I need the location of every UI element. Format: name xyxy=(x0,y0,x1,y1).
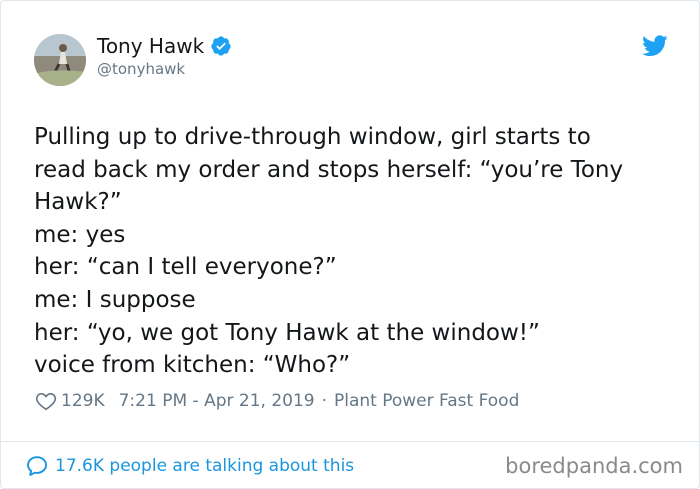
watermark: boredpanda.com xyxy=(505,454,683,478)
like-count[interactable]: 129K xyxy=(61,390,105,412)
source-separator: · xyxy=(321,391,327,411)
avatar-image xyxy=(34,34,86,86)
tweet-text: Pulling up to drive-through window, girl… xyxy=(34,124,624,379)
divider xyxy=(1,441,699,442)
verified-badge-icon xyxy=(210,35,232,57)
tweet-time[interactable]: 7:21 PM xyxy=(119,390,188,412)
author-display-name[interactable]: Tony Hawk xyxy=(97,34,204,58)
tweet-card: Tony Hawk @tonyhawk Pulling up to drive-… xyxy=(0,0,700,489)
talking-about-text: 17.6K people are talking about this xyxy=(55,456,355,476)
tweet-date[interactable]: Apr 21, 2019 xyxy=(204,390,315,412)
tweet-meta: 129K 7:21 PM - Apr 21, 2019 · Plant Powe… xyxy=(35,390,519,412)
avatar[interactable] xyxy=(34,34,86,86)
heart-outline-icon[interactable] xyxy=(35,390,57,412)
tweet-source[interactable]: Plant Power Fast Food xyxy=(334,390,519,412)
twitter-bird-icon[interactable] xyxy=(642,35,668,57)
author-name-row: Tony Hawk xyxy=(97,34,232,58)
time-date-separator: - xyxy=(187,391,205,411)
author-handle[interactable]: @tonyhawk xyxy=(97,60,185,78)
talking-about-link[interactable]: 17.6K people are talking about this xyxy=(25,454,354,478)
speech-bubble-icon xyxy=(25,454,49,478)
